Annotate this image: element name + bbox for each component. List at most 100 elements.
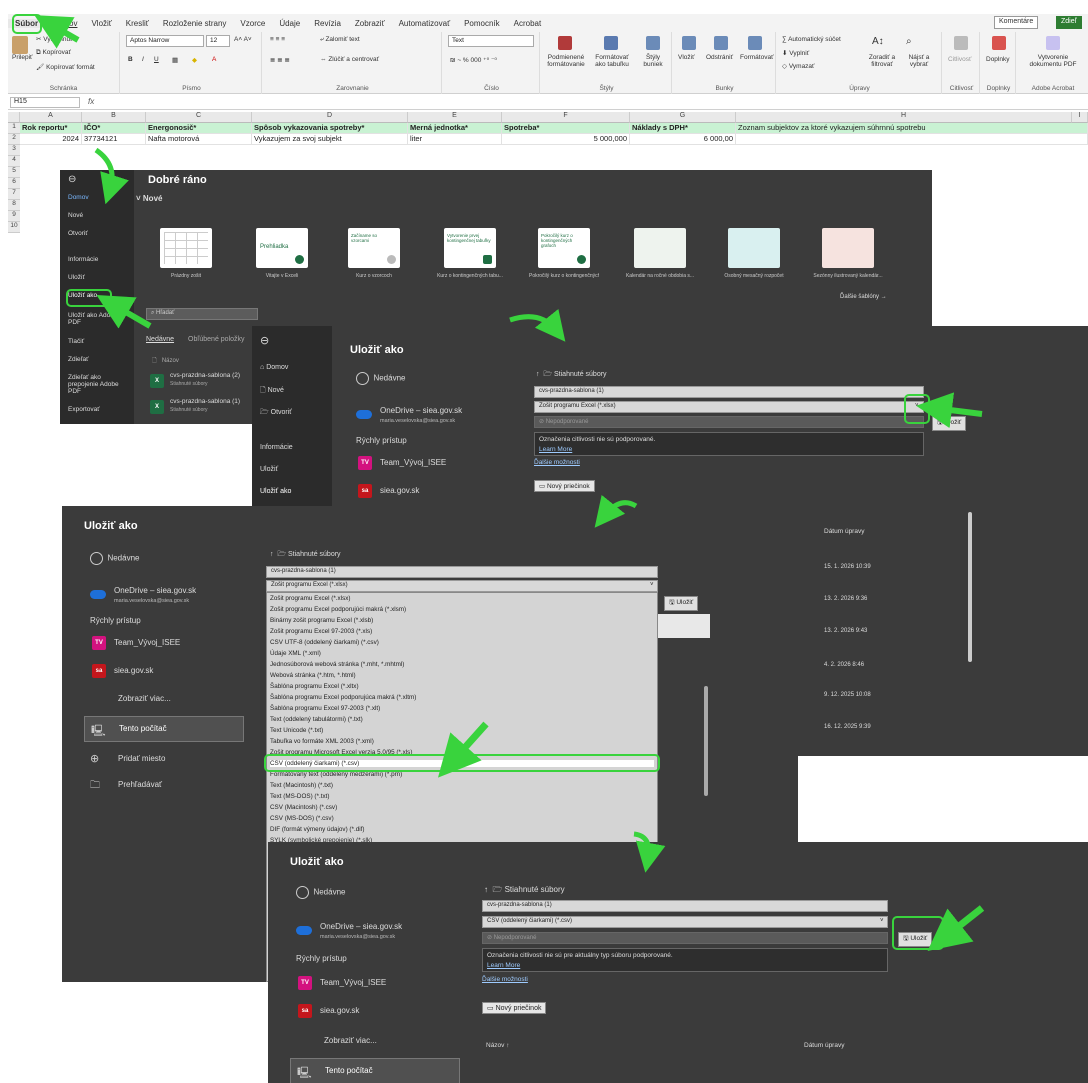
tab-insert[interactable]: Vložiť: [84, 19, 118, 28]
borders-icon[interactable]: ▦: [172, 56, 178, 64]
nav-save[interactable]: Uložiť: [68, 274, 85, 281]
nav-home[interactable]: ⌂ Domov: [260, 364, 288, 371]
row-header[interactable]: 5: [8, 167, 20, 178]
tab-file[interactable]: Súbor: [8, 18, 46, 28]
filetype-option[interactable]: CSV UTF-8 (oddelený čiarkami) (*.csv): [270, 639, 379, 646]
table-cell[interactable]: Vykazujem za svoj subjekt: [252, 134, 408, 145]
nav-print[interactable]: Tlačiť: [68, 338, 84, 345]
table-cell[interactable]: 6 000,00: [630, 134, 736, 145]
more-options-link[interactable]: Ďalšie možnosti: [534, 459, 580, 466]
tab-automate[interactable]: Automatizovať: [392, 19, 457, 28]
create-pdf-button[interactable]: Vytvorenie dokumentu PDF: [1022, 54, 1084, 68]
template-search-input[interactable]: ⌕ Hľadať: [146, 308, 258, 320]
table-cell[interactable]: liter: [408, 134, 502, 145]
row-header[interactable]: 2: [8, 134, 20, 145]
filetype-select[interactable]: CSV (oddelený čiarkami) (*.csv): [482, 916, 888, 928]
filetype-option[interactable]: Šablóna programu Excel 97-2003 (*.xlt): [270, 705, 380, 712]
nav-save-as[interactable]: Uložiť ako: [68, 292, 97, 299]
filetype-option[interactable]: Šablóna programu Excel podporujúca makrá…: [270, 694, 416, 701]
filetype-option[interactable]: Text Unicode (*.txt): [270, 727, 323, 734]
location-recent[interactable]: Nedávne: [296, 886, 345, 899]
fill-color-icon[interactable]: ◆: [192, 56, 197, 64]
location-onedrive[interactable]: OneDrive – siea.gov.sk: [114, 586, 196, 595]
row-header[interactable]: 1: [8, 123, 20, 134]
back-arrow-icon[interactable]: ⊖: [68, 174, 76, 185]
nav-open[interactable]: Otvoriť: [68, 230, 88, 237]
filetype-option[interactable]: Text (MS-DOS) (*.txt): [270, 793, 329, 800]
path-breadcrumb[interactable]: ↑ 🗁 Stiahnuté súbory: [484, 884, 565, 898]
conditional-formatting-button[interactable]: Podmienené formátovanie: [546, 54, 586, 68]
nav-new[interactable]: Nové: [68, 212, 83, 219]
nav-info[interactable]: Informácie: [68, 256, 98, 263]
table-cell[interactable]: 2024: [20, 134, 82, 145]
show-more-link[interactable]: Zobraziť viac...: [118, 694, 171, 703]
filetype-option[interactable]: CSV (MS-DOS) (*.csv): [270, 815, 334, 822]
save-button[interactable]: 🖫 Uložiť: [898, 932, 933, 947]
location-siea[interactable]: siea.gov.sk: [114, 666, 153, 675]
sensitivity-button[interactable]: Citlivosť: [948, 56, 971, 63]
number-format-combo[interactable]: Text: [448, 35, 534, 47]
table-cell[interactable]: Náklady s DPH*: [630, 123, 736, 134]
filetype-option[interactable]: Údaje XML (*.xml): [270, 650, 321, 657]
filetype-select[interactable]: Zošit programu Excel (*.xlsx): [534, 401, 924, 413]
nav-save-as-pdf[interactable]: Uložiť ako Adobe PDF: [68, 312, 124, 326]
nav-home[interactable]: Domov: [68, 194, 89, 201]
row-header[interactable]: 7: [8, 189, 20, 200]
autosum-button[interactable]: ∑ Automatický súčet: [782, 36, 841, 43]
back-arrow-icon[interactable]: ⊖: [260, 334, 269, 347]
format-as-table-button[interactable]: Formátovať ako tabuľku: [590, 54, 634, 68]
filename-input[interactable]: cvs-prazdna-sablona (1): [482, 900, 888, 912]
row-header[interactable]: 6: [8, 178, 20, 189]
column-header[interactable]: H: [736, 112, 1072, 123]
share-button[interactable]: Zdieľ: [1056, 16, 1082, 29]
filetype-option[interactable]: Formátovaný text (oddelený medzerami) (*…: [270, 771, 402, 778]
nav-share-pdf-link[interactable]: Zdieľať ako prepojenie Adobe PDF: [68, 374, 124, 395]
tab-help[interactable]: Pomocník: [457, 19, 507, 28]
tab-review[interactable]: Revízia: [307, 19, 348, 28]
template-pivot[interactable]: Vytvorenie prvej kontingenčnej tabuľky: [444, 228, 496, 268]
insert-button[interactable]: Vložiť: [678, 54, 695, 61]
filetype-option-csv[interactable]: CSV (oddelený čiarkami) (*.csv): [270, 760, 654, 767]
nav-share[interactable]: Zdieľať: [68, 356, 89, 363]
location-this-pc[interactable]: 🖳 Tento počítač: [84, 716, 244, 742]
cut-button[interactable]: ✂ Vystrihnúť: [36, 35, 73, 43]
sort-filter-button[interactable]: Zoradiť a filtrovať: [862, 54, 902, 68]
filetype-option[interactable]: Zošit programu Excel (*.xlsx): [270, 595, 350, 602]
font-color-icon[interactable]: A: [212, 56, 216, 63]
location-siea[interactable]: siea.gov.sk: [380, 486, 419, 495]
new-folder-button[interactable]: ▭ Nový priečinok: [482, 1002, 547, 1014]
learn-more-link[interactable]: Learn More: [487, 962, 520, 969]
save-button[interactable]: 🖫 Uložiť: [664, 596, 699, 611]
format-button[interactable]: Formátovať: [740, 54, 774, 61]
align-top-icon[interactable]: ≡ ≡ ≡: [270, 36, 285, 43]
nav-info[interactable]: Informácie: [260, 444, 293, 451]
table-cell[interactable]: Spôsob vykazovania spotreby*: [252, 123, 408, 134]
show-more-link[interactable]: Zobraziť viac...: [324, 1036, 377, 1045]
nav-save-as[interactable]: Uložiť ako: [260, 488, 291, 495]
table-cell[interactable]: IČO*: [82, 123, 146, 134]
tab-home[interactable]: Domov: [45, 19, 84, 28]
browse-link[interactable]: Prehľadávať: [118, 780, 162, 789]
column-header[interactable]: A: [20, 112, 82, 123]
template-budget[interactable]: [728, 228, 780, 268]
location-onedrive[interactable]: OneDrive – siea.gov.sk: [320, 922, 402, 931]
learn-more-link[interactable]: Learn More: [539, 446, 572, 453]
chevron-down-icon[interactable]: ˅: [650, 582, 654, 588]
template-tour[interactable]: Prehliadka: [256, 228, 308, 268]
tab-draw[interactable]: Kresliť: [119, 19, 156, 28]
fill-button[interactable]: ⬇ Vyplniť: [782, 49, 809, 57]
nav-save[interactable]: Uložiť: [260, 466, 278, 473]
format-painter-button[interactable]: 🖌 Kopírovať formát: [36, 63, 95, 71]
name-column-header[interactable]: Názov ↑: [486, 1042, 509, 1049]
nav-new[interactable]: 🗋 Nové: [260, 386, 284, 397]
font-size-combo[interactable]: 12: [206, 35, 230, 47]
font-name-combo[interactable]: Aptos Narrow: [126, 35, 204, 47]
column-header[interactable]: B: [82, 112, 146, 123]
template-blank[interactable]: [160, 228, 212, 268]
table-cell[interactable]: Zoznam subjektov za ktoré vykazujem súhr…: [736, 123, 1088, 134]
underline-icon[interactable]: U: [154, 56, 159, 63]
nav-export[interactable]: Exportovať: [68, 406, 100, 413]
copy-button[interactable]: ⧉ Kopírovať: [36, 49, 71, 57]
filetype-option[interactable]: Text (oddelený tabulátormi) (*.txt): [270, 716, 363, 723]
chevron-down-icon[interactable]: ˅: [880, 918, 884, 924]
